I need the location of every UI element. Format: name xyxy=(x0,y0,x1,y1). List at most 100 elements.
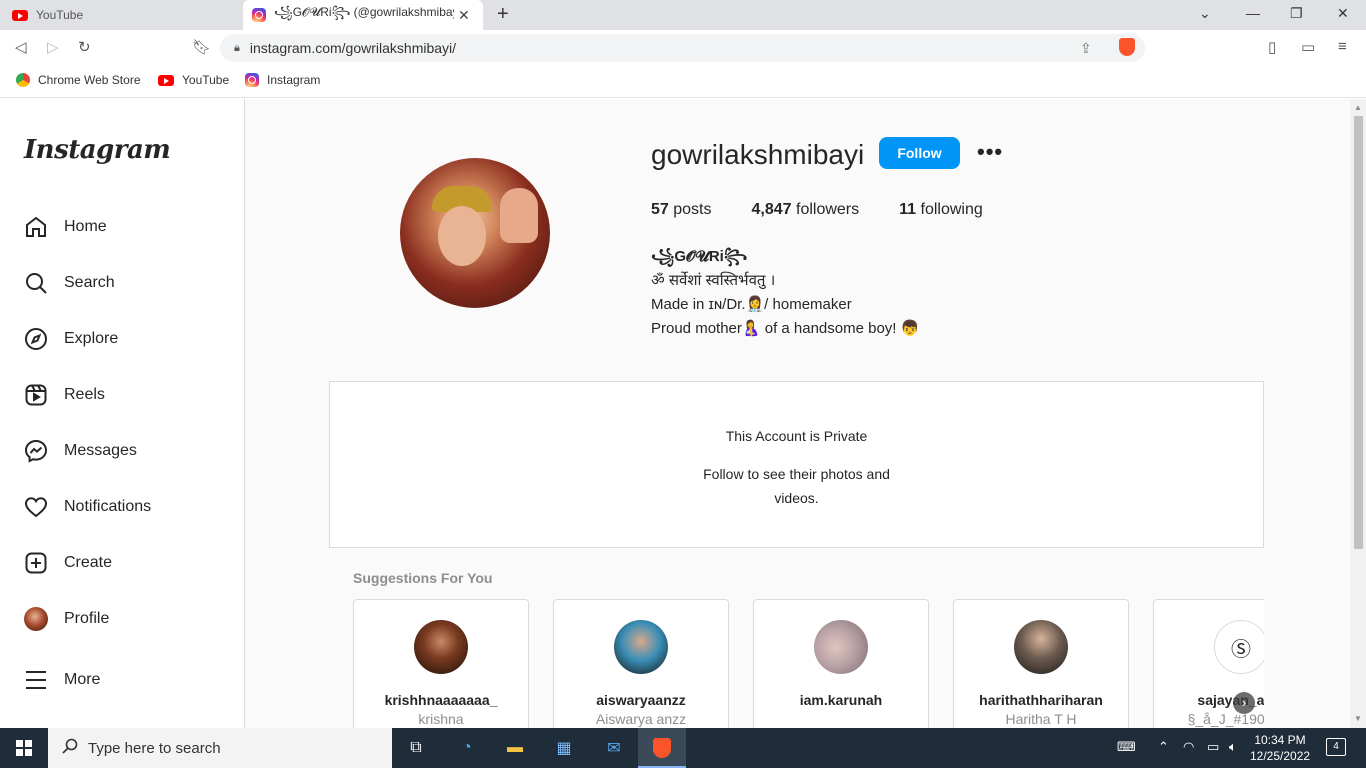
tab-youtube[interactable]: YouTube xyxy=(0,0,243,30)
suggestion-avatar[interactable] xyxy=(614,620,668,674)
wallet-icon[interactable]: ▭ xyxy=(1301,38,1315,56)
sidebar-item-profile[interactable]: Profile xyxy=(24,607,109,631)
notification-center-icon[interactable]: 4 xyxy=(1326,738,1346,756)
close-tab-icon[interactable]: ✕ xyxy=(458,7,470,24)
scroll-up-icon[interactable]: ▲ xyxy=(1354,103,1362,112)
followers-stat[interactable]: 4,847 followers xyxy=(752,201,860,219)
suggestion-card[interactable]: harithathhariharan Haritha T H xyxy=(953,599,1129,728)
task-view-icon[interactable]: ⧉ xyxy=(404,736,428,760)
suggestion-card[interactable]: iam.karunah xyxy=(753,599,929,728)
new-tab-button[interactable]: + xyxy=(497,4,509,24)
bio-display-name: ꧁G𝓞𝓤Ri꧂ xyxy=(651,248,748,265)
posts-label: posts xyxy=(673,201,712,218)
suggestion-username[interactable]: krishhnaaaaaaa_ xyxy=(354,692,528,708)
suggestion-avatar[interactable] xyxy=(1014,620,1068,674)
instagram-icon xyxy=(252,8,266,22)
instagram-logo[interactable]: Instagram xyxy=(24,135,171,165)
sidebar-item-label: Explore xyxy=(64,330,119,347)
wifi-icon[interactable]: ◠ xyxy=(1183,739,1194,755)
instagram-sidebar: Instagram Home Search Explore Reels Mess… xyxy=(0,99,245,728)
sidebar-item-label: Messages xyxy=(64,442,137,459)
tray-expand-icon[interactable]: ⌃ xyxy=(1158,739,1169,755)
tab-instagram-profile[interactable]: ꧁G𝓞𝓤Ri꧂ (@gowrilakshmibayi) ✕ xyxy=(243,0,483,30)
bookmark-label: Chrome Web Store xyxy=(38,73,141,87)
avatar-detail xyxy=(500,188,538,243)
carousel-next-icon[interactable]: › xyxy=(1233,692,1255,714)
lock-icon: 🔒︎ xyxy=(234,41,240,54)
youtube-icon xyxy=(158,74,174,86)
sidebar-item-label: Search xyxy=(64,274,115,291)
sidebar-item-create[interactable]: Create xyxy=(24,551,112,575)
private-title: This Account is Private xyxy=(725,428,868,444)
restore-button[interactable]: ❐ xyxy=(1290,5,1303,22)
sidebar-item-search[interactable]: Search xyxy=(24,271,115,295)
scroll-down-icon[interactable]: ▼ xyxy=(1354,714,1362,723)
following-label: following xyxy=(920,201,983,218)
mail-icon[interactable]: ✉ xyxy=(602,736,626,760)
suggestion-username[interactable]: iam.karunah xyxy=(754,692,928,708)
taskbar-clock[interactable]: 10:34 PM 12/25/2022 xyxy=(1250,732,1310,764)
suggestion-name: Haritha T H xyxy=(1005,711,1077,727)
browser-tabstrip: YouTube ꧁G𝓞𝓤Ri꧂ (@gowrilakshmibayi) ✕ + … xyxy=(0,0,1366,30)
bookmark-icon[interactable]: 🔖︎ xyxy=(192,38,211,56)
page-scrollbar[interactable]: ▲ ▼ xyxy=(1350,99,1366,728)
volume-icon[interactable]: 🔈︎ xyxy=(1229,739,1237,755)
edge-icon[interactable]: ◔ xyxy=(455,736,479,760)
suggestion-avatar[interactable]: Ⓢ xyxy=(1214,620,1264,674)
followers-label: followers xyxy=(796,201,860,218)
sidebar-item-more[interactable]: More xyxy=(24,668,100,692)
sidebar-item-label: Home xyxy=(64,218,107,235)
bookmark-instagram[interactable]: Instagram xyxy=(245,73,320,87)
bookmark-chrome-web-store[interactable]: Chrome Web Store xyxy=(16,73,141,87)
close-window-button[interactable]: ✕ xyxy=(1337,5,1349,22)
taskbar-search[interactable]: Type here to search xyxy=(48,728,392,768)
sidebar-item-messages[interactable]: Messages xyxy=(24,439,137,463)
posts-stat: 57 posts xyxy=(651,201,712,219)
battery-icon[interactable]: ▭ xyxy=(1207,739,1219,755)
bio-line: Made in ɪɴ/Dr.👩‍⚕️/ homemaker xyxy=(651,296,852,313)
keyboard-icon[interactable]: ⌨ xyxy=(1117,739,1136,755)
profile-picture[interactable] xyxy=(400,158,550,308)
file-explorer-icon[interactable]: ▬ xyxy=(503,736,527,760)
suggestion-username[interactable]: aiswaryaanzz xyxy=(554,692,728,708)
windows-taskbar: Type here to search ⧉ ◔ ▬ ▦ ✉ ⌨ ⌃ ◠ ▭ 🔈︎… xyxy=(0,728,1366,768)
sidebar-toggle-icon[interactable]: ▯ xyxy=(1268,38,1276,56)
brave-shields-icon[interactable] xyxy=(1119,38,1135,56)
suggestion-username[interactable]: harithathhariharan xyxy=(954,692,1128,708)
following-count: 11 xyxy=(899,201,917,218)
reels-icon xyxy=(24,383,48,407)
sidebar-item-notifications[interactable]: Notifications xyxy=(24,495,151,519)
menu-icon[interactable]: ≡ xyxy=(1338,38,1347,55)
follow-button[interactable]: Follow xyxy=(879,137,960,169)
brave-browser-icon[interactable] xyxy=(650,736,674,760)
sidebar-item-home[interactable]: Home xyxy=(24,215,107,239)
more-options-icon[interactable]: ••• xyxy=(977,139,1003,165)
microsoft-store-icon[interactable]: ▦ xyxy=(552,736,576,760)
address-bar[interactable]: 🔒︎ instagram.com/gowrilakshmibayi/ xyxy=(220,34,1145,62)
heart-icon xyxy=(24,495,48,519)
suggestion-avatar[interactable] xyxy=(414,620,468,674)
suggestion-card[interactable]: krishhnaaaaaaa_ krishna xyxy=(353,599,529,728)
profile-avatar xyxy=(24,607,48,631)
messenger-icon xyxy=(24,439,48,463)
chrome-web-store-icon xyxy=(16,73,30,87)
suggestion-name: krishna xyxy=(418,711,464,727)
back-button[interactable]: ◁ xyxy=(15,38,27,56)
tab-title: YouTube xyxy=(36,8,84,22)
reload-button[interactable]: ↻ xyxy=(78,38,91,56)
suggestion-card[interactable]: aiswaryaanzz Aiswarya anzz xyxy=(553,599,729,728)
forward-button[interactable]: ▷ xyxy=(47,38,59,56)
bio-line: ॐ सर्वेशां स्वस्तिर्भवतु । xyxy=(651,272,776,289)
minimize-button[interactable]: — xyxy=(1246,5,1260,21)
scroll-thumb[interactable] xyxy=(1354,116,1363,549)
tab-search-icon[interactable]: ⌄ xyxy=(1199,5,1211,22)
sidebar-item-reels[interactable]: Reels xyxy=(24,383,105,407)
sidebar-item-explore[interactable]: Explore xyxy=(24,327,118,351)
hamburger-icon xyxy=(24,668,48,692)
avatar-detail xyxy=(438,206,486,266)
following-stat[interactable]: 11 following xyxy=(899,201,983,219)
windows-start-icon[interactable] xyxy=(12,736,36,760)
bookmark-youtube[interactable]: YouTube xyxy=(158,73,229,87)
share-icon[interactable]: ⇪ xyxy=(1080,40,1092,57)
suggestion-avatar[interactable] xyxy=(814,620,868,674)
